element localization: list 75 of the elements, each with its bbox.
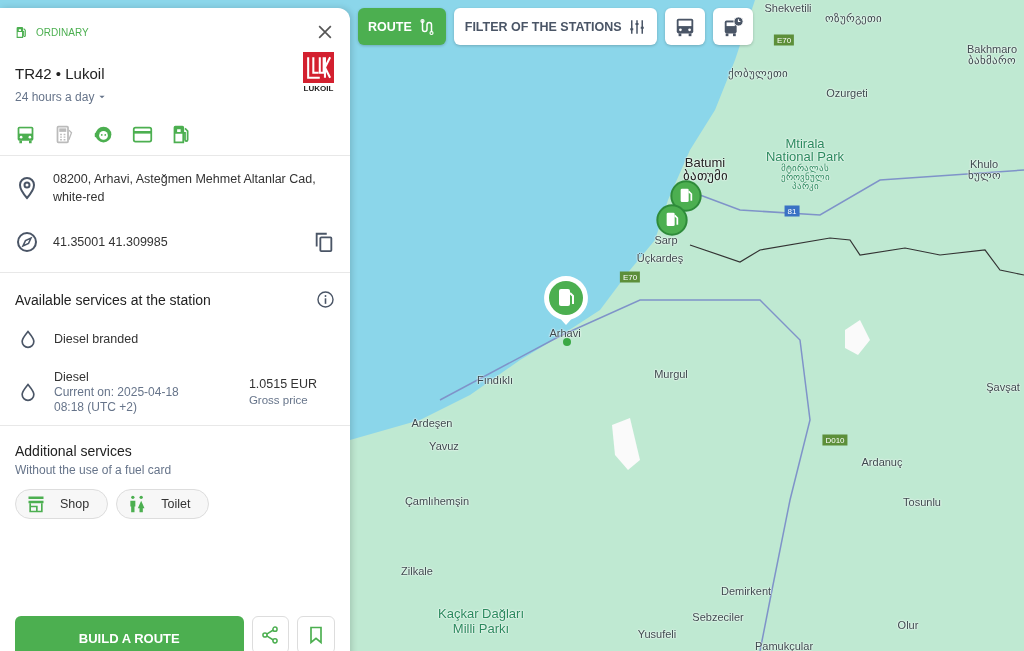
place-label: Tosunlu xyxy=(903,496,941,508)
place-label: Murgul xyxy=(654,368,688,380)
place-label: Fındıklı xyxy=(476,374,514,386)
place-label: Ozurgeti xyxy=(826,87,868,99)
brand-logo-icon xyxy=(302,52,335,83)
truck-button[interactable] xyxy=(664,8,705,45)
road-shield: E70 xyxy=(619,271,641,283)
place-label: Üçkardeş xyxy=(636,252,684,264)
station-title: TR42 • Lukoil xyxy=(15,65,106,82)
route-icon xyxy=(417,17,436,36)
location-dot xyxy=(563,338,571,346)
city-label: Batumi xyxy=(684,154,726,170)
place-label: Olur xyxy=(897,619,919,631)
place-label: Şavşat xyxy=(986,381,1020,393)
caret-icon xyxy=(98,93,107,101)
snow-patch xyxy=(612,418,640,470)
fuel-station-marker[interactable] xyxy=(656,204,688,236)
place-label: Khulo xyxy=(969,158,999,170)
place-label: ოზურგეთი xyxy=(824,11,882,25)
city-label: ბათუმი xyxy=(682,167,728,183)
fuel-price: 1.0515 EUR xyxy=(248,376,317,392)
place-label: ქობულეთი xyxy=(728,66,788,80)
address-text: 08200, Arhavi, Asteğmen Mehmet Altanlar Cad, white-red xyxy=(53,171,317,206)
bookmark-button[interactable] xyxy=(297,616,335,651)
snow-patch xyxy=(845,320,870,355)
place-label: ბახმარო xyxy=(968,53,1016,67)
share-button[interactable] xyxy=(251,616,290,651)
place-label: Demirkent xyxy=(720,585,772,597)
place-label: Ardeşen xyxy=(411,417,453,429)
coordinates-text: 41.35001 41.309985 xyxy=(53,234,169,251)
park-label: National Park xyxy=(766,148,844,164)
park-label: პარკი xyxy=(791,181,819,191)
drop-icon xyxy=(18,329,38,349)
place-label: ხულო xyxy=(967,168,1001,182)
filter-button[interactable]: FILTER OF THE STATIONS xyxy=(453,8,657,45)
brand-logo-text: LUKOIL xyxy=(303,84,334,93)
road-shield: E70 xyxy=(773,34,795,46)
place-label: Yusufeli xyxy=(637,628,677,640)
service-chip[interactable]: Toilet xyxy=(116,489,210,519)
park-label: Kaçkar Dağları xyxy=(438,605,524,621)
place-label: Çamlıhemşin xyxy=(404,495,470,507)
price-date: Current on: 2025-04-18 08:18 (UTC +2) xyxy=(54,385,180,415)
section-title: Available services at the station xyxy=(15,291,211,308)
park-label: მტირალას xyxy=(781,163,829,173)
park-label: Milli Parkı xyxy=(452,620,510,636)
price-note: Gross price xyxy=(248,393,309,408)
compass-icon xyxy=(15,230,39,254)
service-chip[interactable]: Shop xyxy=(15,489,109,519)
shop-icon xyxy=(26,494,46,514)
place-label: Bakhmaro xyxy=(966,43,1018,55)
place-label: Zilkale xyxy=(401,565,433,577)
road-shield: 81 xyxy=(784,205,800,217)
copy-icon xyxy=(313,231,335,253)
sliders-icon xyxy=(627,17,646,36)
fuel-name: Diesel branded xyxy=(54,331,140,347)
place-label: Sebzeciler xyxy=(692,611,744,623)
info-icon xyxy=(316,290,335,309)
park-label: ეროვნული xyxy=(780,172,830,182)
place-label: Ardanuç xyxy=(861,456,903,468)
place-label: Sarp xyxy=(654,234,678,246)
copy-button[interactable] xyxy=(313,231,335,253)
truck-schedule-button[interactable] xyxy=(712,8,753,45)
road-shield: D010 xyxy=(822,434,848,446)
section-subtitle: Without the use of a fuel card xyxy=(15,463,173,477)
category-label: ORDINARY xyxy=(36,26,89,38)
drop-icon xyxy=(18,382,38,402)
fuel-pump-icon xyxy=(15,25,28,39)
hours-dropdown[interactable]: 24 hours a day xyxy=(15,90,107,104)
place-label: Yavuz xyxy=(429,440,459,452)
section-title: Additional services xyxy=(15,443,133,459)
place-label: Arhavi xyxy=(549,327,581,339)
share-icon xyxy=(260,625,281,645)
fuel-name: Diesel xyxy=(54,369,90,385)
place-label: Shekvetili xyxy=(764,2,812,14)
park-label: Mtirala xyxy=(785,135,825,151)
